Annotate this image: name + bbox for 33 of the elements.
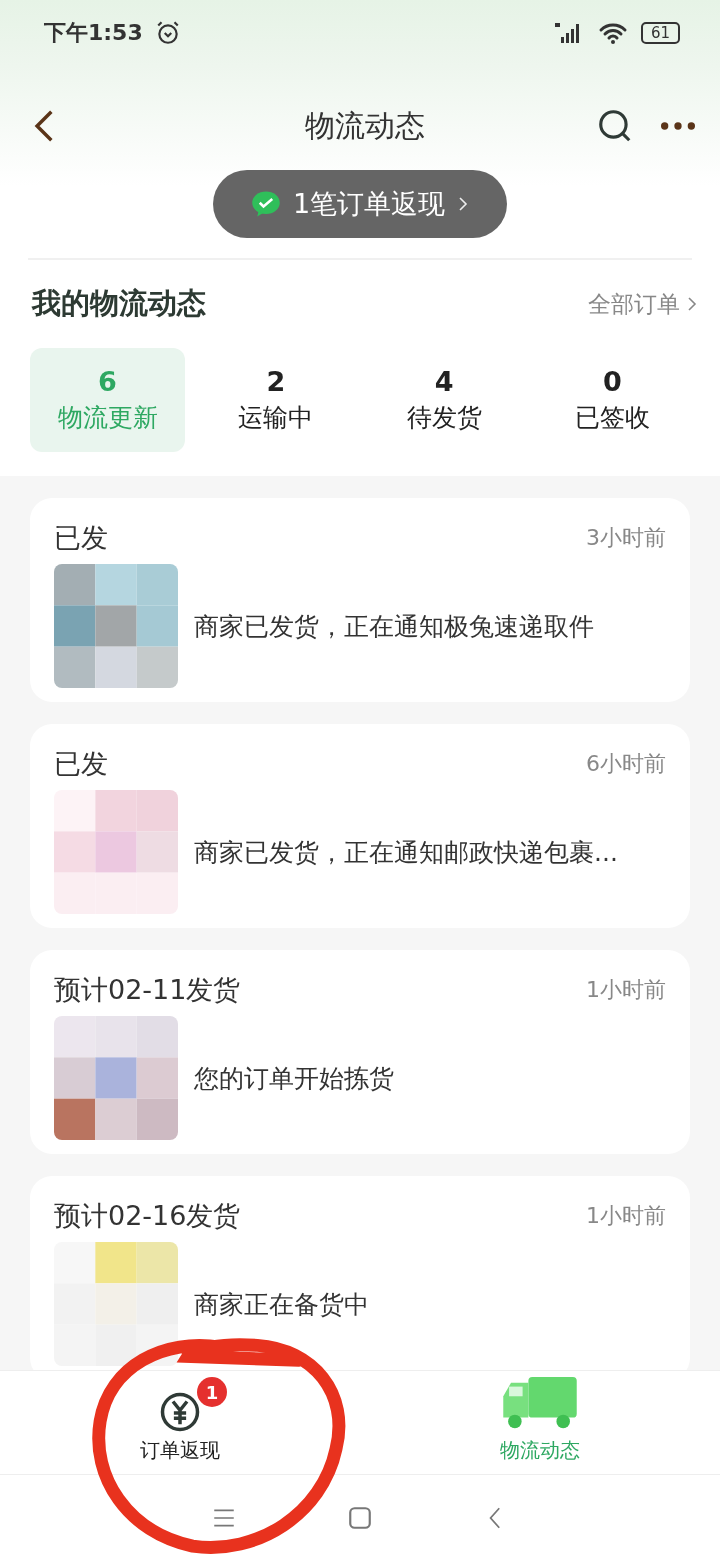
chat-check-icon bbox=[250, 189, 281, 219]
shipment-status: 已发 bbox=[54, 747, 108, 781]
stat-tab[interactable]: 4 待发货 bbox=[366, 348, 522, 452]
more-icon bbox=[660, 122, 696, 130]
bottom-tab[interactable]: 1 订单返现 bbox=[80, 1371, 280, 1474]
home-button[interactable] bbox=[347, 1504, 373, 1531]
update-time: 3小时前 bbox=[586, 524, 666, 552]
shipment-card[interactable]: 已发 6小时前 商家已发货，正在通知邮政快递包裹... bbox=[30, 724, 690, 928]
yen-coin-icon bbox=[159, 1391, 201, 1433]
section-title: 我的物流动态 bbox=[32, 285, 206, 322]
shipment-status: 预计02-11发货 bbox=[54, 973, 241, 1007]
shipment-card[interactable]: 预计02-11发货 1小时前 您的订单开始拣货 bbox=[30, 950, 690, 1154]
shipment-card[interactable]: 预计02-16发货 1小时前 商家正在备货中 bbox=[30, 1176, 690, 1370]
notification-badge: 1 bbox=[197, 1377, 227, 1407]
status-time: 下午1:53 bbox=[44, 19, 143, 47]
stat-tab[interactable]: 2 运输中 bbox=[198, 348, 354, 452]
page-title: 物流动态 bbox=[305, 106, 425, 145]
shipment-message: 商家已发货，正在通知极兔速递取件 bbox=[194, 610, 594, 643]
update-time: 1小时前 bbox=[586, 976, 666, 1004]
stat-tab[interactable]: 0 已签收 bbox=[535, 348, 690, 452]
battery-indicator: 61 bbox=[640, 22, 680, 44]
update-time: 1小时前 bbox=[586, 1202, 666, 1230]
shipment-card[interactable]: 已发 3小时前 商家已发货，正在通知极兔速递取件 bbox=[30, 498, 690, 702]
more-button[interactable] bbox=[660, 122, 696, 130]
cashback-banner[interactable]: 1笔订单返现 bbox=[212, 170, 508, 238]
shipment-status: 预计02-16发货 bbox=[54, 1199, 241, 1233]
all-orders-link[interactable]: 全部订单 bbox=[588, 288, 698, 320]
shipment-message: 您的订单开始拣货 bbox=[194, 1062, 394, 1095]
home-icon bbox=[347, 1504, 373, 1531]
shipment-message: 商家正在备货中 bbox=[194, 1288, 369, 1321]
shipment-message: 商家已发货，正在通知邮政快递包裹... bbox=[194, 836, 618, 869]
update-time: 6小时前 bbox=[586, 750, 666, 778]
shipment-status: 已发 bbox=[54, 521, 108, 555]
